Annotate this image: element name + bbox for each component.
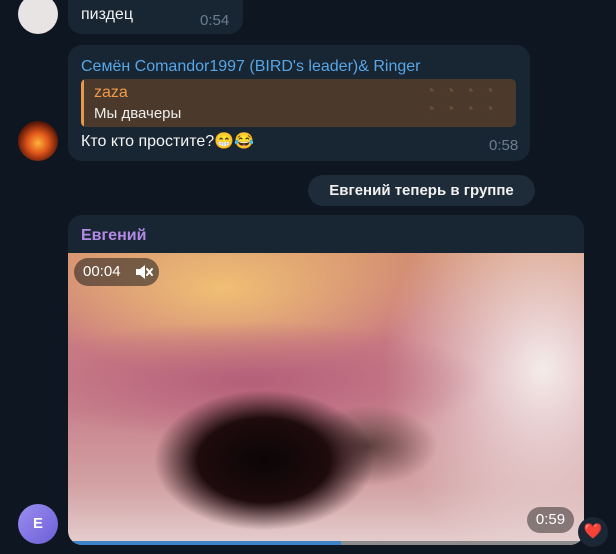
message-time: 0:54	[200, 12, 230, 29]
video-progress-fill	[68, 541, 342, 545]
sender-name[interactable]: Семён Comandor1997 (BIRD's leader)& Ring…	[81, 58, 420, 76]
message-text: Кто кто простите?😁😂	[81, 133, 254, 150]
video-duration: 00:04	[83, 263, 121, 280]
message-time: 0:58	[489, 137, 519, 154]
user-avatar[interactable]	[18, 121, 58, 161]
heart-reaction-icon[interactable]: ❤️	[578, 517, 608, 547]
user-avatar[interactable]	[18, 0, 58, 34]
reply-text: Мы двачеры	[94, 105, 182, 122]
video-progress-bar[interactable]	[68, 541, 584, 545]
mute-icon[interactable]	[134, 263, 154, 281]
user-avatar[interactable]: E	[18, 504, 58, 544]
reply-quote[interactable]: ◔◔◔◔ ◔◔◔◔ zaza Мы двачеры	[81, 79, 516, 127]
message-time: 0:59	[527, 507, 574, 533]
video-player[interactable]: 00:04 0:59	[68, 253, 584, 545]
message-text: пиздец	[81, 6, 133, 23]
reply-sender-name: zaza	[94, 84, 128, 101]
reply-accent-bar	[81, 79, 84, 127]
sender-name[interactable]: Евгений	[81, 227, 146, 245]
message-bubble[interactable]: пиздец 0:54	[68, 0, 243, 34]
message-bubble[interactable]: Семён Comandor1997 (BIRD's leader)& Ring…	[68, 45, 530, 161]
video-duration-pill[interactable]: 00:04	[74, 258, 159, 286]
message-bubble[interactable]: Евгений 00:04 0:59	[68, 215, 584, 545]
reply-background-pattern: ◔◔◔◔ ◔◔◔◔	[425, 83, 504, 118]
service-message: Евгений теперь в группе	[308, 175, 535, 206]
